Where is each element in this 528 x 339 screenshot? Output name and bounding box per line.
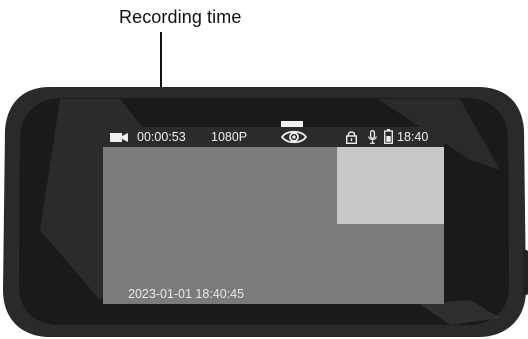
lock-icon bbox=[346, 131, 357, 144]
status-bar: 00:00:53 1080P 18:40 bbox=[103, 127, 444, 147]
resolution-label: 1080P bbox=[211, 130, 248, 144]
camera-screen: 00:00:53 1080P 18:40 2023-01-01 18:40:45 bbox=[103, 127, 444, 304]
clock-time: 18:40 bbox=[397, 130, 429, 144]
video-camera-icon bbox=[110, 133, 128, 142]
picture-in-picture-view bbox=[337, 147, 444, 224]
eye-icon bbox=[281, 130, 307, 144]
date-time-stamp: 2023-01-01 18:40:45 bbox=[128, 287, 245, 301]
battery-icon bbox=[384, 129, 393, 144]
recording-time: 00:00:53 bbox=[137, 130, 186, 144]
microphone-icon bbox=[368, 130, 377, 144]
